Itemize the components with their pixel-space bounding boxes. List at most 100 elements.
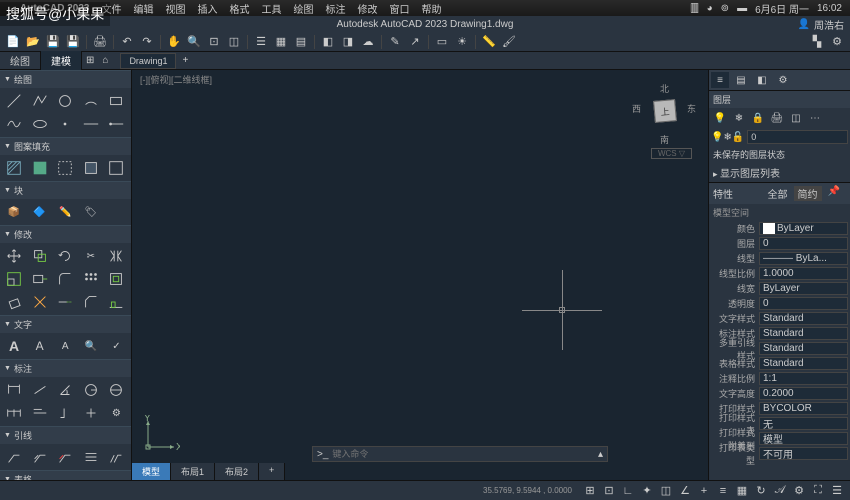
layer-plot-icon[interactable]: 🖨 <box>768 110 786 126</box>
leader-align-icon[interactable] <box>79 446 103 468</box>
render-icon[interactable]: ☀ <box>453 34 471 50</box>
palette-blocks-icon[interactable]: ◧ <box>753 72 771 88</box>
wechat-icon[interactable]: ◕ <box>707 3 713 14</box>
prop-value[interactable]: ByLayer <box>759 222 848 235</box>
menu-help[interactable]: 帮助 <box>421 1 441 16</box>
settings-icon[interactable]: ⚙ <box>828 34 846 50</box>
hatch-icon[interactable] <box>2 157 26 179</box>
section-hatch[interactable]: 图案填充 <box>0 138 131 155</box>
wifi-icon[interactable]: ⊚ <box>721 3 729 14</box>
edit-block-icon[interactable]: ✏️ <box>53 201 77 223</box>
view-cube[interactable]: 北 南 东 西 上 <box>634 80 694 140</box>
saveas-icon[interactable]: 💾 <box>64 34 82 50</box>
dim-angular-icon[interactable] <box>53 379 77 401</box>
erase-icon[interactable] <box>2 291 26 313</box>
insert-block-icon[interactable]: 📦 <box>2 201 26 223</box>
cmdline-expand-icon[interactable]: ▴ <box>598 449 603 460</box>
section-table[interactable]: 表格 <box>0 471 131 480</box>
show-layer-list[interactable]: ▸ 显示图层列表 <box>709 163 850 182</box>
wipeout-icon[interactable] <box>104 157 128 179</box>
spell-icon[interactable]: ✓ <box>104 335 128 357</box>
props-tab-brief[interactable]: 简约 <box>794 186 822 201</box>
ray-icon[interactable] <box>104 113 128 135</box>
document-tab[interactable]: Drawing1 <box>120 53 176 69</box>
layer-off-icon[interactable]: 💡 <box>711 110 729 126</box>
cloud-icon[interactable]: ☁ <box>359 34 377 50</box>
prop-row-4[interactable]: 线宽ByLayer <box>709 281 850 296</box>
menu-modify[interactable]: 修改 <box>357 1 377 16</box>
date-label[interactable]: 6月6日 周一 <box>755 1 809 16</box>
prop-row-8[interactable]: 多重引线样式Standard <box>709 341 850 356</box>
drawing-canvas[interactable]: [-][俯视][二维线框] 北 南 东 西 上 WCS ▽ X Y >_ <box>132 70 708 480</box>
circle-icon[interactable] <box>53 90 77 112</box>
prop-row-2[interactable]: 线型——— ByLa... <box>709 251 850 266</box>
section-text[interactable]: 文字 <box>0 316 131 333</box>
coordinates[interactable]: 35.5769, 9.5944 , 0.0000 <box>483 486 572 495</box>
pan-icon[interactable]: ✋ <box>165 34 183 50</box>
measure-icon[interactable]: 📏 <box>480 34 498 50</box>
save-icon[interactable]: 💾 <box>44 34 62 50</box>
add-tab-icon[interactable]: + <box>176 55 194 66</box>
prop-row-5[interactable]: 透明度0 <box>709 296 850 311</box>
menu-draw[interactable]: 绘图 <box>293 1 313 16</box>
props-pin-icon[interactable]: 📌 <box>824 186 844 201</box>
views-icon[interactable]: ▚ <box>808 34 826 50</box>
snap-toggle-icon[interactable]: ⊡ <box>600 483 618 499</box>
prop-row-10[interactable]: 注释比例1:1 <box>709 371 850 386</box>
tab-draw[interactable]: 绘图 <box>0 51 41 70</box>
section-dimension[interactable]: 标注 <box>0 360 131 377</box>
user-icon[interactable]: 👤 <box>798 19 810 30</box>
cube-west[interactable]: 西 <box>632 102 641 115</box>
count-icon[interactable]: ◨ <box>339 34 357 50</box>
move-icon[interactable] <box>2 245 26 267</box>
undo-icon[interactable]: ↶ <box>118 34 136 50</box>
prop-value[interactable]: 不可用 <box>759 447 848 460</box>
cmdline-input[interactable] <box>332 449 598 459</box>
prop-value[interactable]: ——— ByLa... <box>759 252 848 265</box>
zoom-icon[interactable]: 🔍 <box>185 34 203 50</box>
user-name[interactable]: 周浩右 <box>814 17 844 32</box>
prop-row-15[interactable]: 打印表类型不可用 <box>709 446 850 461</box>
point-icon[interactable] <box>53 113 77 135</box>
open-icon[interactable]: 📂 <box>24 34 42 50</box>
properties-icon[interactable]: ☰ <box>252 34 270 50</box>
menu-window[interactable]: 窗口 <box>389 1 409 16</box>
layer-more-icon[interactable]: ⋯ <box>806 110 824 126</box>
layer-color-icon[interactable]: ◫ <box>787 110 805 126</box>
dim-ordinate-icon[interactable] <box>53 402 77 424</box>
menu-dimension[interactable]: 标注 <box>325 1 345 16</box>
fillet-icon[interactable] <box>53 268 77 290</box>
grid-icon[interactable]: ⊞ <box>82 55 98 66</box>
arc-icon[interactable] <box>79 90 103 112</box>
menu-format[interactable]: 格式 <box>229 1 249 16</box>
osnap-toggle-icon[interactable]: ◫ <box>657 483 675 499</box>
leader-add-icon[interactable] <box>28 446 52 468</box>
props-tab-all[interactable]: 全部 <box>764 186 792 201</box>
create-block-icon[interactable]: 🔷 <box>28 201 52 223</box>
mleader-icon[interactable] <box>2 446 26 468</box>
markup-icon[interactable]: ✎ <box>386 34 404 50</box>
home-icon[interactable]: ⌂ <box>98 55 112 66</box>
view-label[interactable]: [-][俯视][二维线框] <box>140 73 212 86</box>
plot-icon[interactable]: 🖨 <box>91 34 109 50</box>
prop-value[interactable]: 0.2000 <box>759 387 848 400</box>
prop-value[interactable]: BYCOLOR <box>759 402 848 415</box>
trim-icon[interactable]: ✂ <box>79 245 103 267</box>
dyn-toggle-icon[interactable]: + <box>695 483 713 499</box>
prop-row-3[interactable]: 线型比例1.0000 <box>709 266 850 281</box>
menu-tools[interactable]: 工具 <box>261 1 281 16</box>
palette-props-icon[interactable]: ▤ <box>732 72 750 88</box>
section-draw[interactable]: 绘图 <box>0 71 131 88</box>
menu-insert[interactable]: 插入 <box>197 1 217 16</box>
ortho-toggle-icon[interactable]: ∟ <box>619 483 637 499</box>
match-icon[interactable]: 🖌 <box>500 34 518 50</box>
attribute-icon[interactable]: 🏷 <box>79 201 103 223</box>
dim-diameter-icon[interactable] <box>104 379 128 401</box>
scale-icon[interactable] <box>2 268 26 290</box>
design-center-icon[interactable]: ▦ <box>272 34 290 50</box>
redo-icon[interactable]: ↷ <box>138 34 156 50</box>
leader-collect-icon[interactable] <box>104 446 128 468</box>
block-icon[interactable]: ◧ <box>319 34 337 50</box>
prop-value[interactable]: 0 <box>759 237 848 250</box>
text-icon[interactable]: A <box>28 335 52 357</box>
